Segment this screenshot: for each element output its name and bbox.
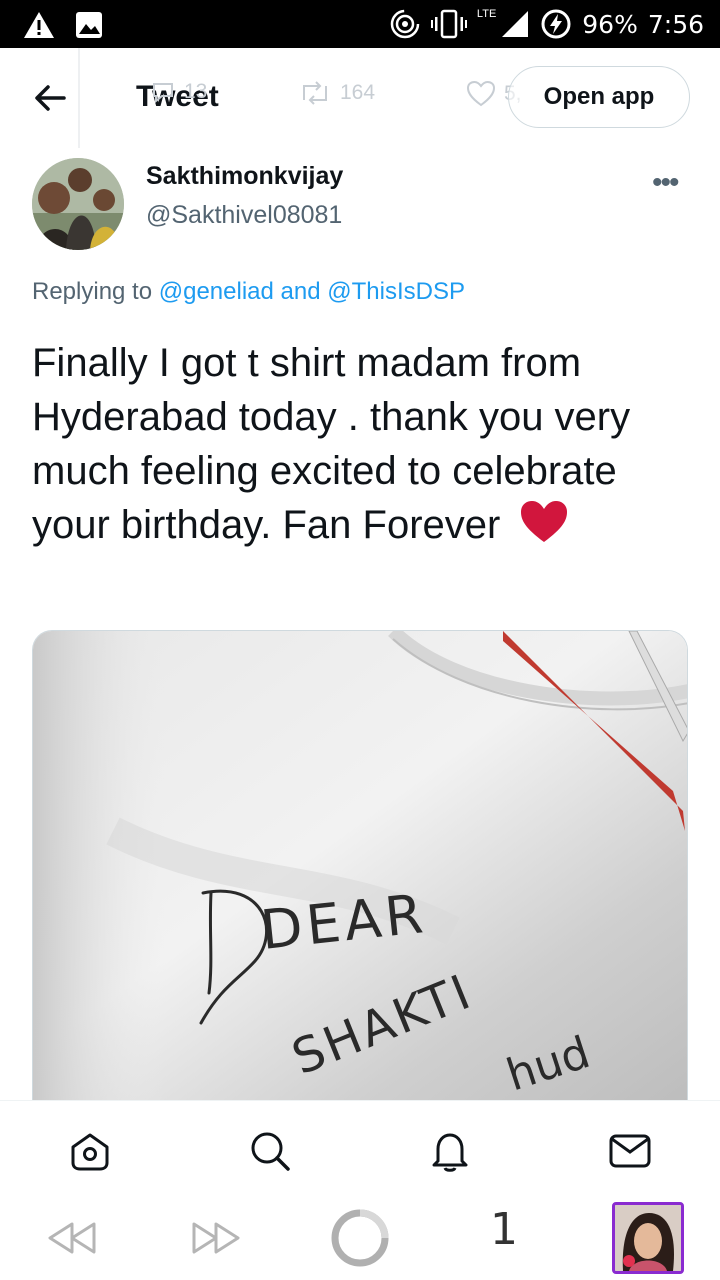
battery-saver-icon: [541, 9, 571, 39]
clock: 7:56: [647, 9, 704, 39]
home-icon[interactable]: [68, 1129, 112, 1173]
heart-emoji-icon: [521, 501, 568, 542]
divider: [78, 48, 80, 148]
messages-icon[interactable]: [608, 1129, 652, 1173]
reload-icon[interactable]: [330, 1208, 390, 1268]
vibrate-icon: [430, 9, 467, 39]
network-type: LTE: [476, 8, 497, 20]
avatar[interactable]: [32, 158, 124, 250]
reply-count-ghost: 13: [150, 80, 207, 104]
tweet-image[interactable]: DEAR SHAKTI hud: [32, 630, 688, 1100]
hotspot-icon: [390, 9, 420, 39]
profile-thumbnail[interactable]: [612, 1202, 684, 1274]
author-handle[interactable]: @Sakthivel08081: [146, 201, 342, 230]
reply-icon: [153, 83, 173, 104]
alert-icon: [24, 12, 54, 38]
search-icon[interactable]: [248, 1129, 292, 1173]
tweet-text: Finally I got t shirt madam from Hyderab…: [32, 341, 631, 547]
tweet-header: Tweet 13 164 5, Open app: [0, 48, 720, 148]
back-icon[interactable]: [46, 1218, 98, 1258]
battery-percent: 96%: [582, 9, 638, 39]
forward-icon[interactable]: [190, 1218, 242, 1258]
retweet-icon: [303, 81, 327, 105]
like-outline-icon: [466, 80, 496, 107]
retweet-count-ghost: 164: [298, 80, 375, 106]
author-name[interactable]: Sakthimonkvijay: [146, 162, 343, 191]
replying-to: Replying to @geneliad and @ThisIsDSP: [32, 278, 465, 305]
signal-icon: [502, 11, 529, 37]
mention-link[interactable]: @geneliad: [159, 278, 274, 305]
open-app-button[interactable]: Open app: [508, 66, 690, 128]
back-arrow-icon[interactable]: [30, 78, 70, 118]
mention-link[interactable]: @ThisIsDSP: [327, 278, 465, 305]
status-bar: LTE 96% 7:56: [0, 0, 720, 48]
browser-nav-bar: 1: [0, 1196, 720, 1280]
bottom-tab-bar: [0, 1100, 720, 1196]
image-icon: [76, 12, 102, 38]
notifications-icon[interactable]: [428, 1129, 472, 1173]
tab-count[interactable]: 1: [490, 1204, 518, 1255]
more-options-icon[interactable]: •••: [652, 166, 679, 200]
